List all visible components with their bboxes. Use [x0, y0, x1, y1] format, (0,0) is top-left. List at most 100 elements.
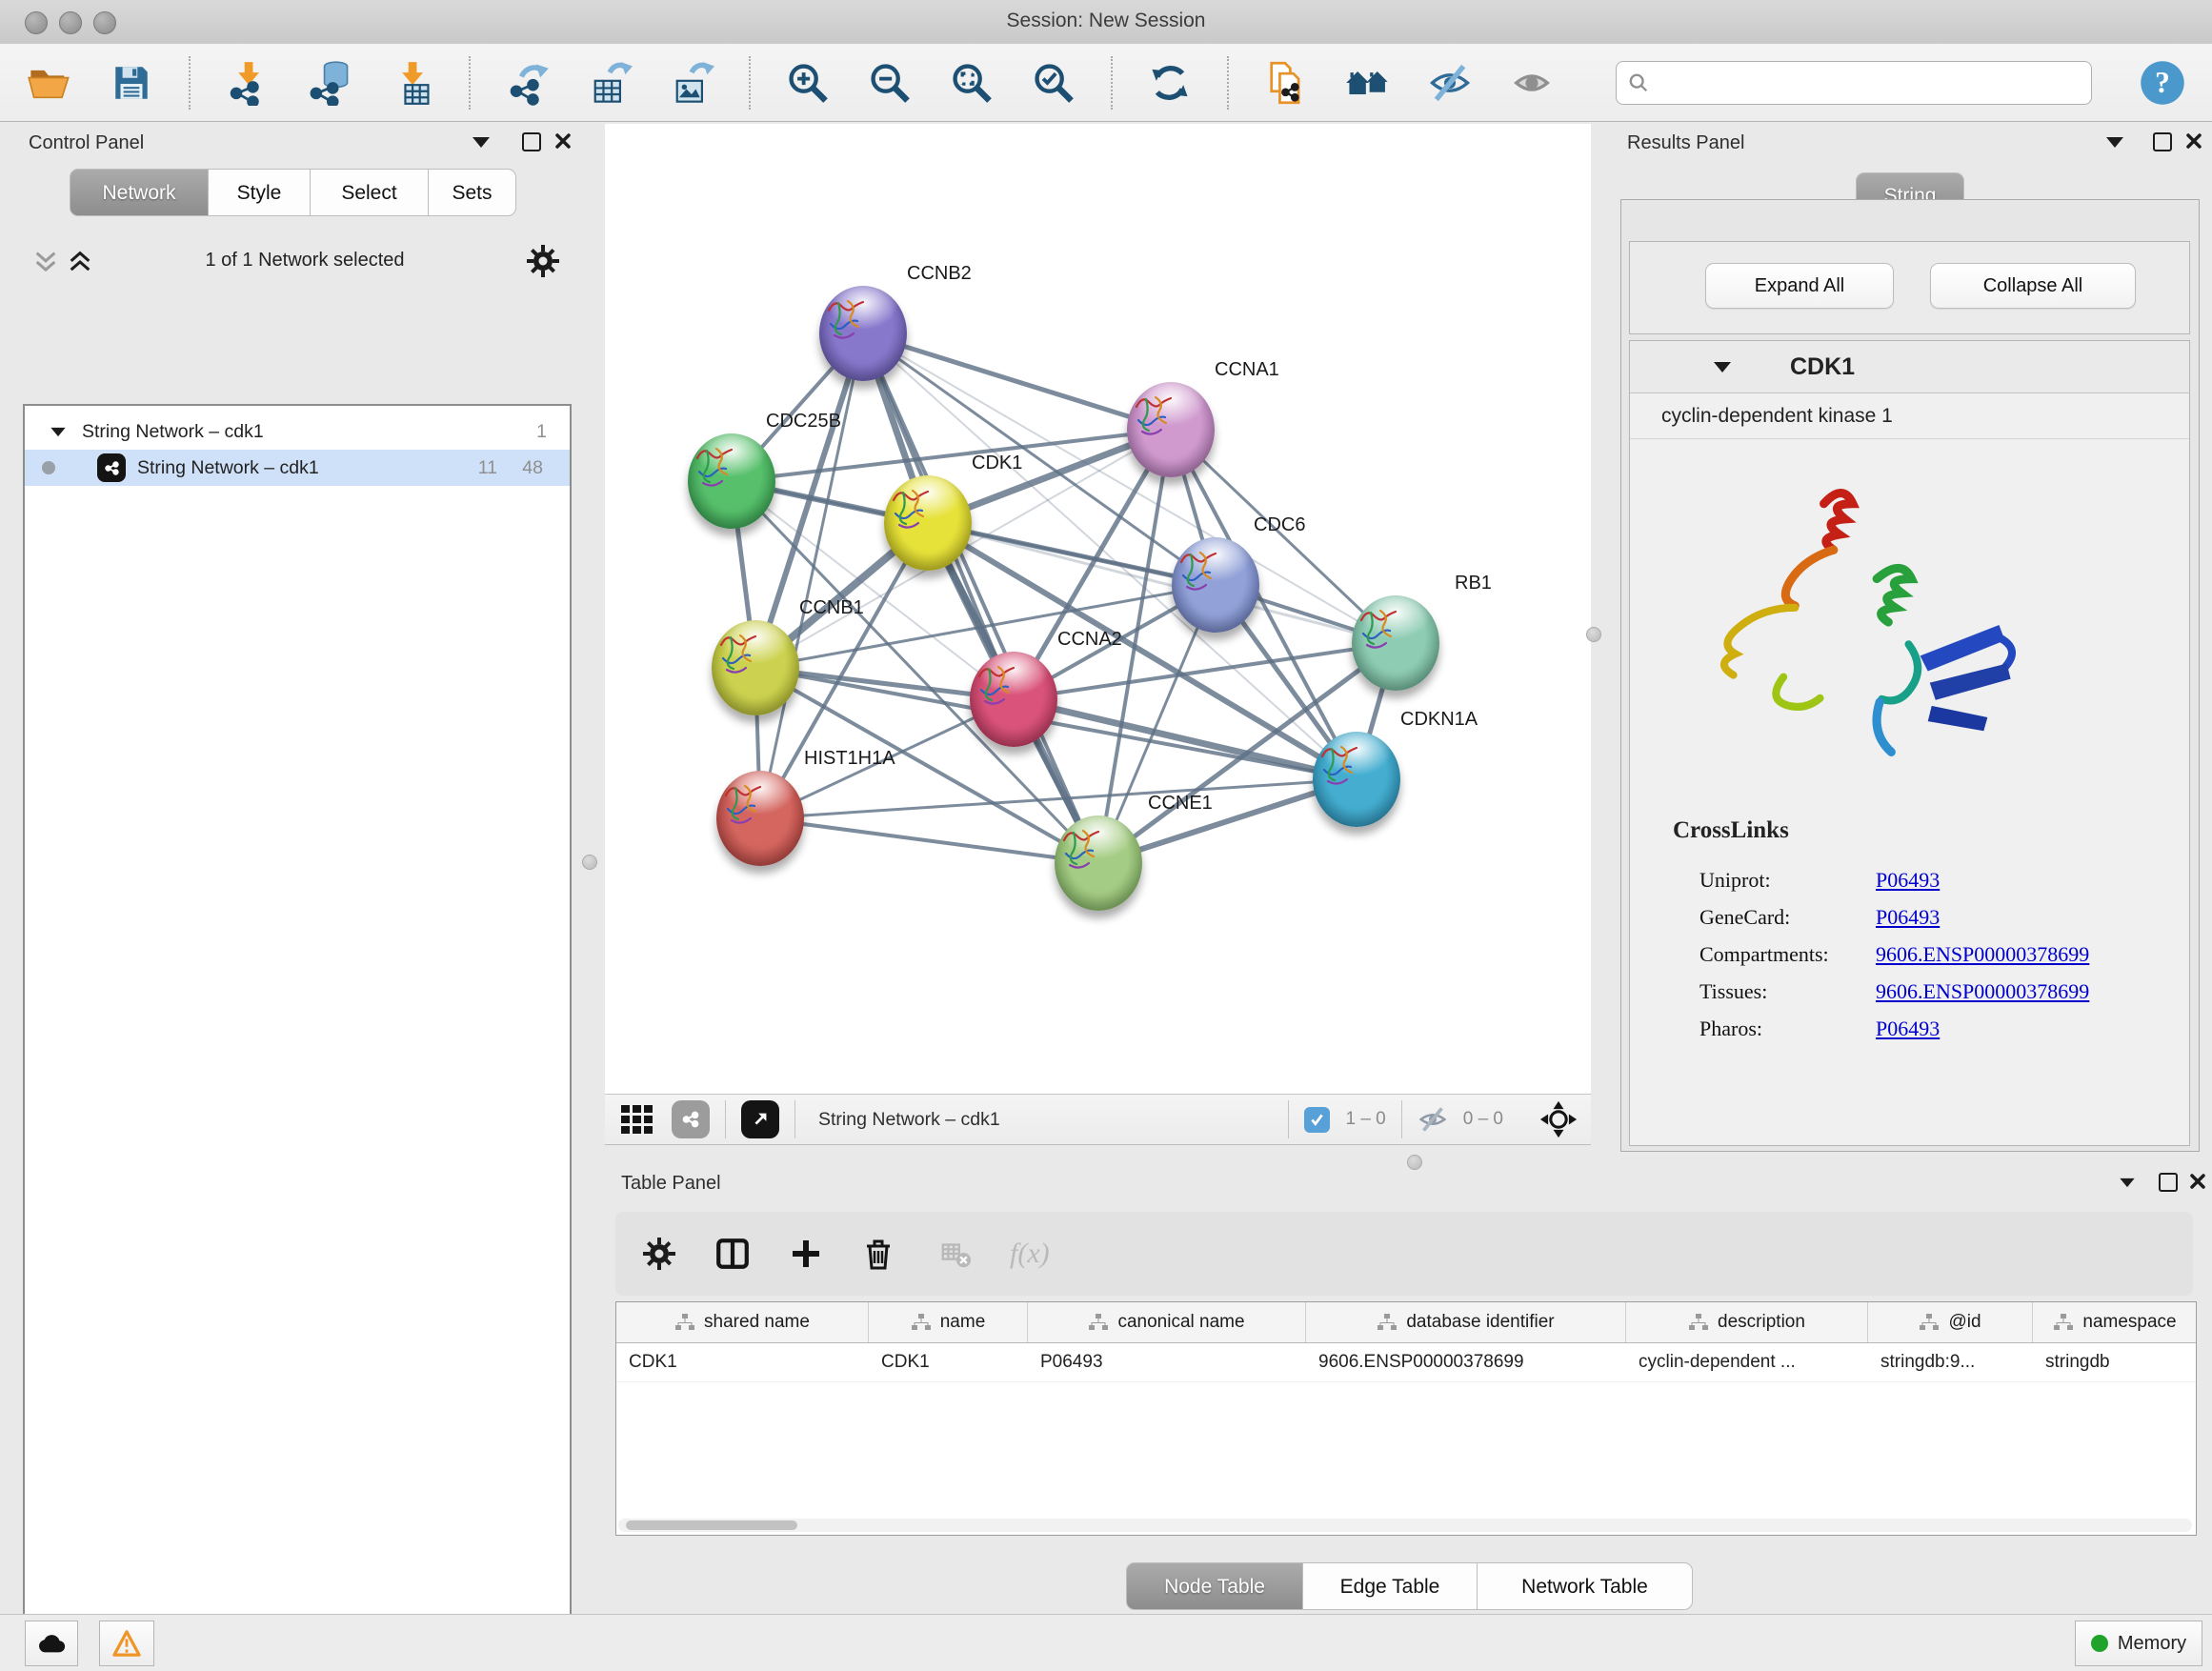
network-canvas[interactable]: CCNB2CCNA1CDC25BCDK1CDC6RB1CCNB1CCNA2CDK…	[605, 124, 1591, 1094]
pan-crosshair-icon[interactable]	[1539, 1100, 1578, 1138]
column-header-canonical-name[interactable]: canonical name	[1028, 1302, 1306, 1342]
table-cell[interactable]: 9606.ENSP00000378699	[1306, 1343, 1626, 1381]
selected-checkbox-icon[interactable]	[1304, 1107, 1330, 1133]
zoom-selected-button[interactable]	[1029, 58, 1078, 108]
delete-column-icon[interactable]	[861, 1237, 895, 1271]
network-node-CCNB1[interactable]	[712, 620, 799, 715]
table-gear-icon[interactable]	[642, 1237, 676, 1271]
tab-select[interactable]: Select	[311, 169, 429, 216]
network-node-CCNA2[interactable]	[970, 652, 1057, 747]
network-collection-row[interactable]: String Network – cdk1 1	[25, 413, 570, 450]
column-header-database-identifier[interactable]: database identifier	[1306, 1302, 1626, 1342]
column-header-name[interactable]: name	[869, 1302, 1028, 1342]
birds-eye-view-button[interactable]	[741, 1100, 779, 1138]
hidden-eye-slash-icon[interactable]	[1418, 1104, 1448, 1135]
import-table-button[interactable]	[387, 58, 436, 108]
network-icon-button[interactable]	[672, 1100, 710, 1138]
bottom-splitter-handle[interactable]	[1407, 1155, 1422, 1170]
network-node-CDKN1A[interactable]	[1313, 732, 1400, 827]
tab-network[interactable]: Network	[70, 169, 209, 216]
clone-network-button[interactable]	[1261, 58, 1311, 108]
zoom-fit-button[interactable]	[947, 58, 996, 108]
network-node-RB1[interactable]	[1352, 595, 1439, 691]
edge-CCNB2-CCNA1[interactable]	[863, 333, 1171, 430]
column-header-id[interactable]: @id	[1868, 1302, 2033, 1342]
add-column-icon[interactable]	[789, 1237, 823, 1271]
expand-all-icon[interactable]	[67, 249, 93, 275]
grid-view-icon[interactable]	[618, 1100, 656, 1138]
table-row[interactable]: CDK1CDK1P064939606.ENSP00000378699cyclin…	[616, 1343, 2196, 1382]
control-panel-menu-icon[interactable]	[473, 137, 490, 148]
export-image-button[interactable]	[667, 58, 716, 108]
column-header-description[interactable]: description	[1626, 1302, 1868, 1342]
open-session-button[interactable]	[25, 58, 74, 108]
task-warning-button[interactable]	[99, 1621, 154, 1666]
protein-card-header[interactable]: CDK1	[1630, 341, 2189, 393]
export-network-button[interactable]	[503, 58, 553, 108]
results-panel-float-icon[interactable]	[2153, 132, 2172, 151]
expand-all-button[interactable]: Expand All	[1705, 263, 1894, 309]
crosslink-link[interactable]: P06493	[1876, 1017, 1940, 1041]
import-network-button[interactable]	[223, 58, 272, 108]
network-node-CDC25B[interactable]	[688, 433, 775, 529]
import-network-from-database-button[interactable]	[305, 58, 354, 108]
crosslink-link[interactable]: 9606.ENSP00000378699	[1876, 979, 2089, 1004]
table-cell[interactable]: stringdb:9...	[1868, 1343, 2033, 1381]
right-splitter-handle[interactable]	[1586, 627, 1601, 642]
table-cell[interactable]: CDK1	[869, 1343, 1028, 1381]
table-cell[interactable]: CDK1	[616, 1343, 869, 1381]
tab-node-table[interactable]: Node Table	[1126, 1562, 1303, 1610]
left-splitter-handle[interactable]	[582, 855, 597, 870]
memory-button[interactable]: Memory	[2075, 1621, 2202, 1666]
crosslink-link[interactable]: 9606.ENSP00000378699	[1876, 942, 2089, 967]
network-options-gear-icon[interactable]	[526, 244, 560, 278]
zoom-in-button[interactable]	[783, 58, 833, 108]
show-columns-icon[interactable]	[714, 1236, 751, 1272]
collapse-all-button[interactable]: Collapse All	[1930, 263, 2136, 309]
table-cell[interactable]: P06493	[1028, 1343, 1306, 1381]
network-edges[interactable]	[605, 124, 1591, 1094]
table-cell[interactable]: stringdb	[2033, 1343, 2197, 1381]
help-button[interactable]: ?	[2138, 58, 2187, 108]
edge-HIST1H1A-CCNE1[interactable]	[760, 818, 1098, 863]
table-cell[interactable]: cyclin-dependent ...	[1626, 1343, 1868, 1381]
hscrollbar-thumb[interactable]	[626, 1520, 797, 1530]
first-neighbors-button[interactable]	[1343, 58, 1393, 108]
collapse-all-icon[interactable]	[32, 249, 59, 275]
control-panel-close-icon[interactable]	[554, 132, 572, 150]
tab-network-table[interactable]: Network Table	[1478, 1562, 1693, 1610]
automation-cloud-button[interactable]	[25, 1621, 78, 1666]
results-panel-close-icon[interactable]	[2185, 132, 2202, 150]
tab-edge-table[interactable]: Edge Table	[1303, 1562, 1478, 1610]
network-node-CDC6[interactable]	[1172, 537, 1259, 633]
show-all-button[interactable]	[1507, 58, 1557, 108]
results-panel-menu-icon[interactable]	[2106, 137, 2123, 148]
tab-style[interactable]: Style	[209, 169, 311, 216]
refresh-view-button[interactable]	[1145, 58, 1195, 108]
crosslink-link[interactable]: P06493	[1876, 868, 1940, 893]
table-panel-menu-icon[interactable]	[2120, 1178, 2134, 1187]
network-row[interactable]: String Network – cdk1 11 48	[25, 450, 570, 486]
edge-CCNB2-CCNE1[interactable]	[863, 333, 1098, 863]
network-node-CCNB2[interactable]	[819, 286, 907, 381]
crosslink-link[interactable]: P06493	[1876, 905, 1940, 930]
search-input[interactable]	[1657, 71, 2080, 94]
network-node-CDK1[interactable]	[884, 475, 972, 571]
hide-selected-button[interactable]	[1425, 58, 1475, 108]
tab-sets[interactable]: Sets	[429, 169, 516, 216]
control-panel-float-icon[interactable]	[522, 132, 541, 151]
toolbar-search[interactable]	[1616, 61, 2092, 105]
export-table-button[interactable]	[585, 58, 634, 108]
network-node-CCNE1[interactable]	[1055, 815, 1142, 911]
network-node-HIST1H1A[interactable]	[716, 771, 804, 866]
zoom-out-button[interactable]	[865, 58, 915, 108]
table-panel-close-icon[interactable]	[2189, 1173, 2206, 1190]
network-node-CCNA1[interactable]	[1127, 382, 1215, 477]
protein-collapse-icon[interactable]	[1714, 362, 1731, 372]
table-hscrollbar[interactable]	[618, 1519, 2192, 1532]
collection-expand-icon[interactable]	[50, 427, 65, 435]
edge-CCNB2-HIST1H1A[interactable]	[760, 333, 863, 818]
table-panel-float-icon[interactable]	[2159, 1173, 2178, 1192]
column-header-namespace[interactable]: namespace	[2033, 1302, 2197, 1342]
column-header-shared-name[interactable]: shared name	[616, 1302, 869, 1342]
